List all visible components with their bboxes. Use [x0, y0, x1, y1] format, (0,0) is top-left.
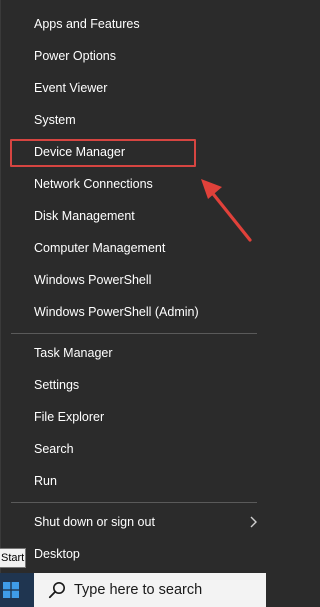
search-icon	[48, 582, 65, 599]
menu-item-system[interactable]: System	[34, 110, 76, 130]
menu-item-task-manager[interactable]: Task Manager	[34, 343, 113, 363]
start-tooltip: Start	[0, 548, 26, 568]
menu-item-desktop[interactable]: Desktop	[34, 544, 80, 564]
winx-context-menu: Apps and Features Power Options Event Vi…	[0, 0, 266, 573]
menu-item-search[interactable]: Search	[34, 439, 74, 459]
menu-item-settings[interactable]: Settings	[34, 375, 79, 395]
menu-item-computer-management[interactable]: Computer Management	[34, 238, 165, 258]
menu-item-windows-powershell[interactable]: Windows PowerShell	[34, 270, 151, 290]
menu-separator	[11, 502, 257, 503]
menu-item-windows-powershell-admin[interactable]: Windows PowerShell (Admin)	[34, 302, 199, 322]
highlight-box	[10, 139, 196, 167]
menu-item-shut-down-or-sign-out[interactable]: Shut down or sign out	[34, 512, 155, 532]
menu-item-apps-and-features[interactable]: Apps and Features	[34, 14, 140, 34]
menu-separator	[11, 333, 257, 334]
start-button[interactable]	[0, 573, 34, 607]
taskbar-search-box[interactable]: Type here to search	[34, 573, 266, 607]
windows-logo-icon	[3, 582, 19, 598]
chevron-right-icon	[250, 516, 257, 528]
search-input-placeholder[interactable]: Type here to search	[74, 573, 202, 607]
red-arrow-annotation	[201, 179, 252, 242]
menu-item-run[interactable]: Run	[34, 471, 57, 491]
menu-item-disk-management[interactable]: Disk Management	[34, 206, 135, 226]
menu-item-network-connections[interactable]: Network Connections	[34, 174, 153, 194]
menu-item-file-explorer[interactable]: File Explorer	[34, 407, 104, 427]
menu-item-power-options[interactable]: Power Options	[34, 46, 116, 66]
menu-item-event-viewer[interactable]: Event Viewer	[34, 78, 107, 98]
